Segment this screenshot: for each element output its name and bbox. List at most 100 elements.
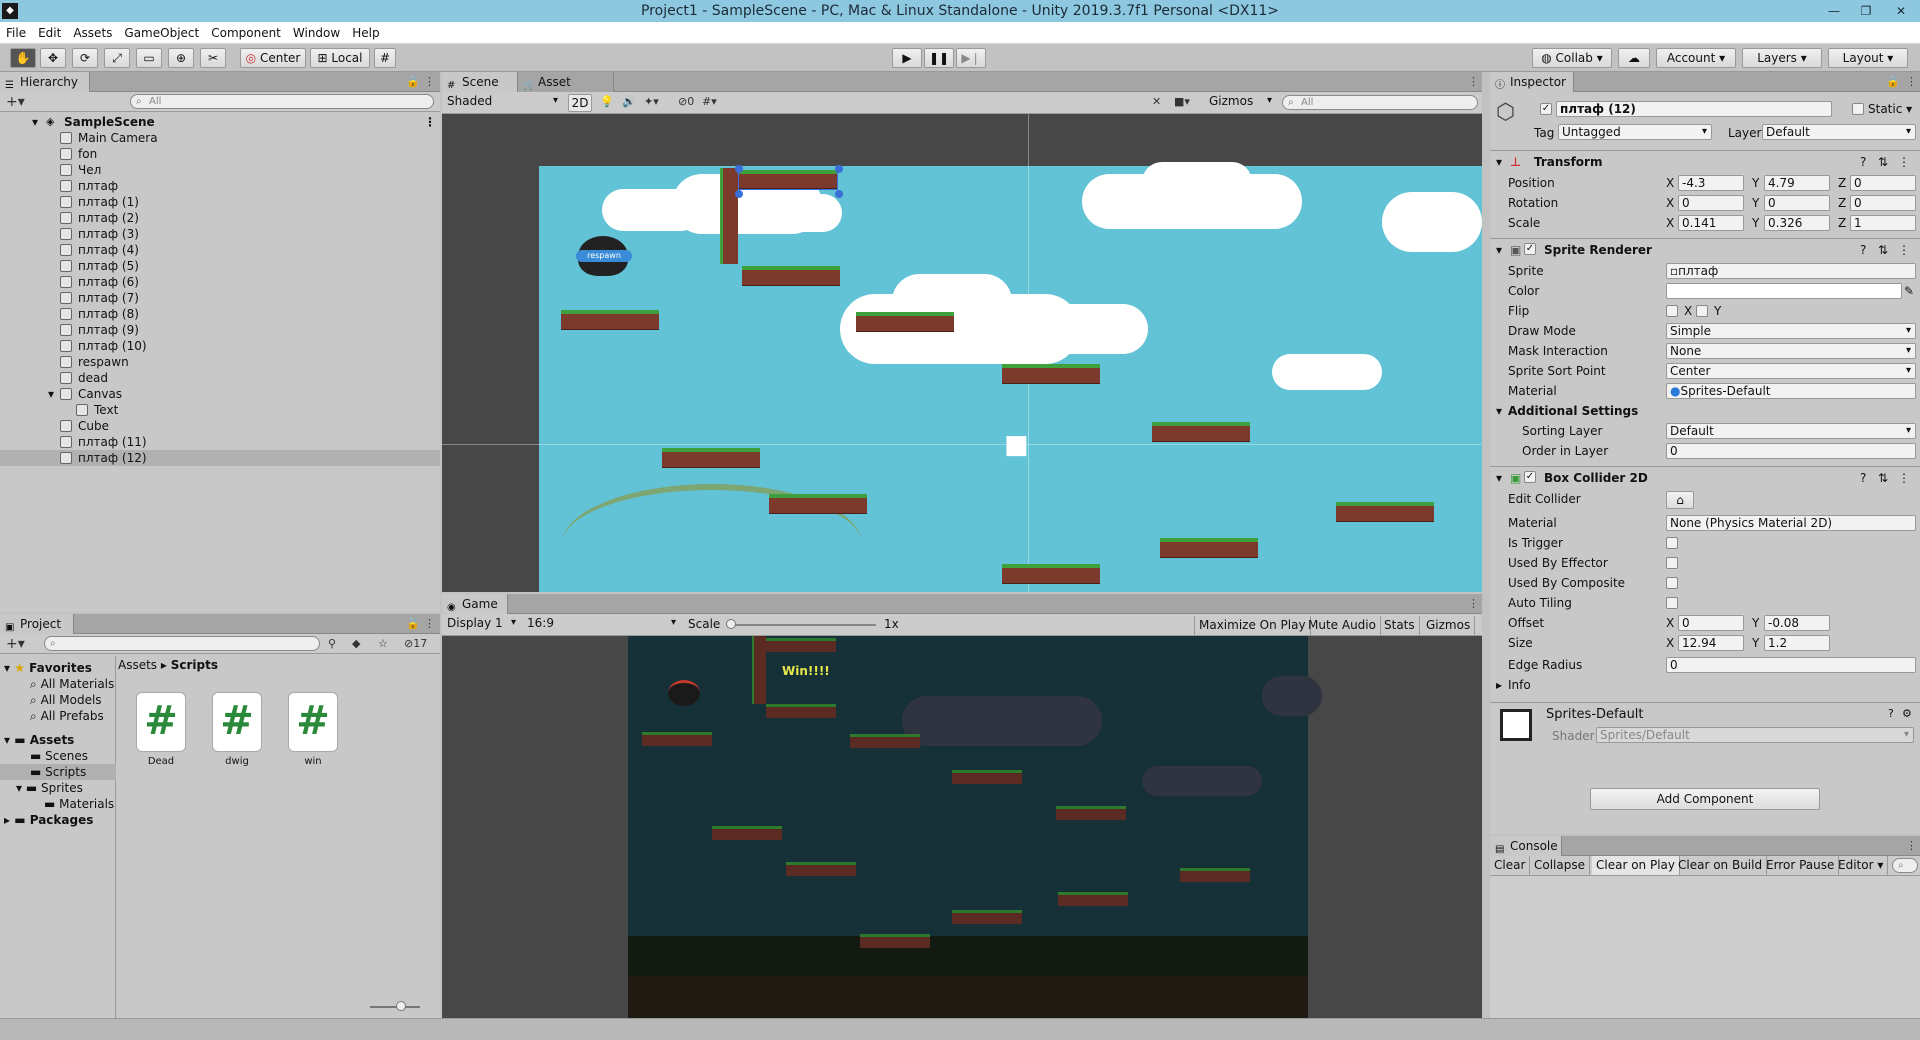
scale-x-field[interactable]: 0.141 bbox=[1678, 215, 1744, 231]
pause-icon[interactable]: ❚❚ bbox=[924, 48, 954, 68]
fav-all-prefabs[interactable]: ⌕ All Prefabs bbox=[30, 708, 104, 724]
fav-all-materials[interactable]: ⌕ All Materials bbox=[30, 676, 114, 692]
game-gizmos-toggle[interactable]: Gizmos bbox=[1422, 616, 1476, 635]
hierarchy-item[interactable]: плтаф (7) bbox=[0, 290, 440, 306]
gizmos-dropdown[interactable]: Gizmos bbox=[1206, 94, 1276, 110]
scene-search-input[interactable]: ⌕ All bbox=[1282, 95, 1478, 110]
console-editor-dropdown[interactable]: Editor ▾ bbox=[1834, 856, 1889, 875]
sorting-layer-dropdown[interactable]: Default bbox=[1666, 423, 1916, 439]
scale-slider-track[interactable] bbox=[730, 624, 876, 626]
platform[interactable] bbox=[742, 266, 840, 286]
static-label[interactable]: Static ▾ bbox=[1868, 102, 1912, 116]
platform[interactable] bbox=[769, 494, 867, 514]
audio-icon[interactable]: 🔊 bbox=[622, 95, 636, 108]
stats-toggle[interactable]: Stats bbox=[1380, 616, 1420, 635]
tab-project[interactable]: ▣ Project bbox=[0, 614, 74, 634]
transform-header[interactable]: ▾ ⊥ Transform ? ⇅ ⋮ bbox=[1490, 150, 1920, 172]
game-view[interactable]: Win!!!! bbox=[442, 636, 1482, 1018]
hierarchy-item[interactable]: плтаф (1) bbox=[0, 194, 440, 210]
aspect-dropdown[interactable]: 16:9 bbox=[524, 616, 680, 632]
help-icon[interactable]: ? bbox=[1860, 467, 1866, 489]
lighting-icon[interactable]: 💡 bbox=[600, 95, 614, 108]
composite-checkbox[interactable] bbox=[1666, 577, 1678, 589]
add-icon[interactable]: +▾ bbox=[6, 94, 25, 110]
panel-menu-icon[interactable]: ⋮ bbox=[424, 75, 435, 88]
console-collapse-toggle[interactable]: Collapse bbox=[1530, 856, 1590, 875]
platform[interactable] bbox=[856, 312, 954, 332]
camera-icon[interactable]: ■▾ bbox=[1174, 95, 1190, 108]
edge-radius-field[interactable]: 0 bbox=[1666, 657, 1916, 673]
flip-x-checkbox[interactable] bbox=[1666, 305, 1678, 317]
layer-dropdown[interactable]: Default bbox=[1762, 124, 1916, 140]
assets-row[interactable]: ▾ ▬ Assets bbox=[4, 732, 74, 748]
box-collider-header[interactable]: ▾ ▣ ✓ Box Collider 2D ? ⇅ ⋮ bbox=[1490, 466, 1920, 488]
menu-gameobject[interactable]: GameObject bbox=[118, 22, 205, 44]
hierarchy-item[interactable]: плтаф (9) bbox=[0, 322, 440, 338]
hierarchy-item[interactable]: ▾ Canvas bbox=[0, 386, 440, 402]
hierarchy-item[interactable]: плтаф (10) bbox=[0, 338, 440, 354]
hierarchy-item[interactable]: плтаф bbox=[0, 178, 440, 194]
hierarchy-item[interactable]: плтаф (4) bbox=[0, 242, 440, 258]
object-name-field[interactable]: плтаф (12) bbox=[1556, 101, 1832, 117]
resize-handle[interactable] bbox=[735, 190, 743, 198]
is-trigger-checkbox[interactable] bbox=[1666, 537, 1678, 549]
preset-icon[interactable]: ⇅ bbox=[1878, 151, 1888, 173]
layers-dropdown[interactable]: Layers ▾ bbox=[1742, 48, 1822, 68]
platform[interactable] bbox=[662, 448, 760, 468]
panel-menu-icon[interactable]: ⋮ bbox=[1468, 597, 1479, 610]
foldout-icon[interactable]: ▾ bbox=[1496, 467, 1502, 489]
scene-row[interactable]: ▾ ◈ SampleScene ⋮ bbox=[0, 114, 440, 130]
hierarchy-item[interactable]: плтаф (6) bbox=[0, 274, 440, 290]
filter-type-icon[interactable]: ⚲ bbox=[328, 637, 336, 650]
custom-tool-icon[interactable]: ✂ bbox=[200, 48, 226, 68]
maximize-icon[interactable]: ❐ bbox=[1852, 2, 1880, 20]
expand-icon[interactable]: ▾ bbox=[32, 114, 38, 130]
grid-icon[interactable]: #▾ bbox=[702, 95, 717, 108]
mode-2d-toggle[interactable]: 2D bbox=[568, 94, 592, 112]
help-icon[interactable]: ? bbox=[1860, 151, 1866, 173]
minimize-icon[interactable]: — bbox=[1820, 2, 1848, 20]
effector-checkbox[interactable] bbox=[1666, 557, 1678, 569]
foldout-icon[interactable]: ▾ bbox=[1496, 402, 1502, 420]
effects-icon[interactable]: ✦▾ bbox=[644, 95, 659, 108]
rotation-z-field[interactable]: 0 bbox=[1850, 195, 1916, 211]
folder-scenes[interactable]: ▬ Scenes bbox=[30, 748, 88, 764]
tab-hierarchy[interactable]: ☰ Hierarchy bbox=[0, 72, 90, 92]
display-dropdown[interactable]: Display 1 bbox=[444, 616, 520, 632]
tools-icon[interactable]: ✕ bbox=[1152, 95, 1161, 108]
shading-mode-dropdown[interactable]: Shaded bbox=[444, 94, 562, 110]
collider-material-field[interactable]: None (Physics Material 2D) bbox=[1666, 515, 1916, 531]
preset-icon[interactable]: ⇅ bbox=[1878, 467, 1888, 489]
mute-audio-toggle[interactable]: Mute Audio bbox=[1304, 616, 1381, 635]
menu-assets[interactable]: Assets bbox=[67, 22, 118, 44]
hierarchy-item[interactable]: плтаф (2) bbox=[0, 210, 440, 226]
hidden-objects-icon[interactable]: ⊘0 bbox=[678, 95, 694, 108]
position-z-field[interactable]: 0 bbox=[1850, 175, 1916, 191]
transform-tool-icon[interactable]: ⊕ bbox=[168, 48, 194, 68]
icon-size-thumb[interactable] bbox=[396, 1001, 406, 1011]
script-asset[interactable]: # win bbox=[284, 692, 342, 767]
settings-gear-icon[interactable]: ⚙ bbox=[1902, 707, 1912, 720]
sort-point-dropdown[interactable]: Center bbox=[1666, 363, 1916, 379]
tab-scene[interactable]: # Scene bbox=[442, 72, 518, 92]
menu-window[interactable]: Window bbox=[287, 22, 346, 44]
position-x-field[interactable]: -4.3 bbox=[1678, 175, 1744, 191]
foldout-icon[interactable]: ▸ bbox=[1496, 676, 1502, 694]
shader-dropdown[interactable]: Sprites/Default bbox=[1596, 727, 1914, 743]
hierarchy-item[interactable]: Main Camera bbox=[0, 130, 440, 146]
scale-tool-icon[interactable]: ⤢ bbox=[104, 48, 130, 68]
rotate-tool-icon[interactable]: ⟳ bbox=[72, 48, 98, 68]
expand-icon[interactable]: ▾ bbox=[48, 386, 54, 402]
fav-all-models[interactable]: ⌕ All Models bbox=[30, 692, 102, 708]
menu-component[interactable]: Component bbox=[205, 22, 287, 44]
panel-menu-icon[interactable]: ⋮ bbox=[1906, 75, 1917, 88]
grid-snap-icon[interactable]: # bbox=[374, 48, 396, 68]
tag-dropdown[interactable]: Untagged bbox=[1558, 124, 1712, 140]
component-menu-icon[interactable]: ⋮ bbox=[1898, 467, 1910, 489]
flip-y-checkbox[interactable] bbox=[1696, 305, 1708, 317]
menu-help[interactable]: Help bbox=[346, 22, 385, 44]
label-icon[interactable]: ◆ bbox=[352, 637, 360, 650]
edit-collider-icon[interactable]: ⌂ bbox=[1666, 491, 1694, 509]
position-y-field[interactable]: 4.79 bbox=[1764, 175, 1830, 191]
menu-file[interactable]: File bbox=[0, 22, 32, 44]
